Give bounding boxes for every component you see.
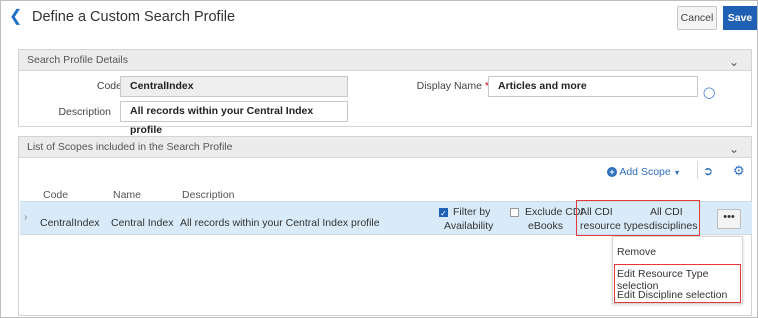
row-actions-menu: Remove Edit Resource Type selection Edit… bbox=[612, 236, 743, 304]
collapse-chevron-icon[interactable]: ⌄ bbox=[729, 52, 739, 72]
save-button[interactable]: Save bbox=[723, 6, 757, 30]
search-profile-details-panel: Search Profile Details ⌄ Code * CentralI… bbox=[18, 49, 752, 136]
page-title: Define a Custom Search Profile bbox=[32, 9, 236, 25]
filter-availability-checkbox[interactable]: ✓ bbox=[439, 208, 448, 218]
cancel-button[interactable]: Cancel bbox=[677, 6, 717, 30]
code-field: CentralIndex bbox=[120, 76, 348, 97]
description-label: Description bbox=[58, 106, 111, 118]
exclude-ebooks-checkbox[interactable] bbox=[510, 208, 519, 217]
panel-header: Search Profile Details ⌄ bbox=[19, 50, 751, 71]
scope-code: CentralIndex bbox=[40, 217, 100, 229]
menu-item-edit-discipline[interactable]: Edit Discipline selection bbox=[617, 289, 727, 301]
globe-icon[interactable]: ◯ bbox=[703, 86, 715, 99]
resource-types-line2: resource types bbox=[580, 220, 649, 232]
display-name-label: Display Name * bbox=[416, 80, 489, 92]
panel-title: List of Scopes included in the Search Pr… bbox=[27, 141, 233, 153]
scope-description: All records within your Central Index pr… bbox=[180, 217, 380, 229]
row-actions-button[interactable]: ••• bbox=[717, 209, 741, 229]
panel-header: List of Scopes included in the Search Pr… bbox=[19, 137, 751, 158]
exclude-label-line2: eBooks bbox=[528, 220, 564, 232]
column-header-name[interactable]: Name bbox=[113, 189, 141, 201]
panel-title: Search Profile Details bbox=[27, 54, 128, 66]
menu-item-remove[interactable]: Remove bbox=[617, 246, 656, 258]
display-name-field[interactable]: Articles and more bbox=[488, 76, 698, 97]
scope-name: Central Index bbox=[111, 217, 174, 229]
description-field[interactable]: All records within your Central Index pr… bbox=[120, 101, 348, 136]
gear-icon[interactable]: ⚙ bbox=[733, 163, 745, 179]
row-marker: › bbox=[24, 211, 28, 223]
caret-down-icon: ▼ bbox=[673, 170, 681, 177]
collapse-chevron-icon[interactable]: ⌄ bbox=[729, 139, 739, 159]
back-chevron-icon[interactable]: ❮ bbox=[9, 9, 22, 25]
export-icon[interactable]: ➲ bbox=[703, 164, 713, 178]
toolbar-divider bbox=[697, 161, 698, 179]
column-header-description[interactable]: Description bbox=[182, 189, 235, 201]
disciplines-line2: disciplines bbox=[649, 220, 698, 232]
resource-types-line1: All CDI bbox=[580, 206, 613, 218]
add-scope-button[interactable]: + Add Scope ▼ bbox=[607, 166, 681, 178]
filter-label-line2: Availability bbox=[444, 220, 494, 232]
filter-label-line1: Filter by bbox=[453, 206, 491, 218]
exclude-label-line1: Exclude CDI bbox=[525, 206, 584, 218]
column-header-code[interactable]: Code bbox=[43, 189, 68, 201]
plus-circle-icon: + bbox=[607, 167, 617, 177]
disciplines-line1: All CDI bbox=[650, 206, 683, 218]
